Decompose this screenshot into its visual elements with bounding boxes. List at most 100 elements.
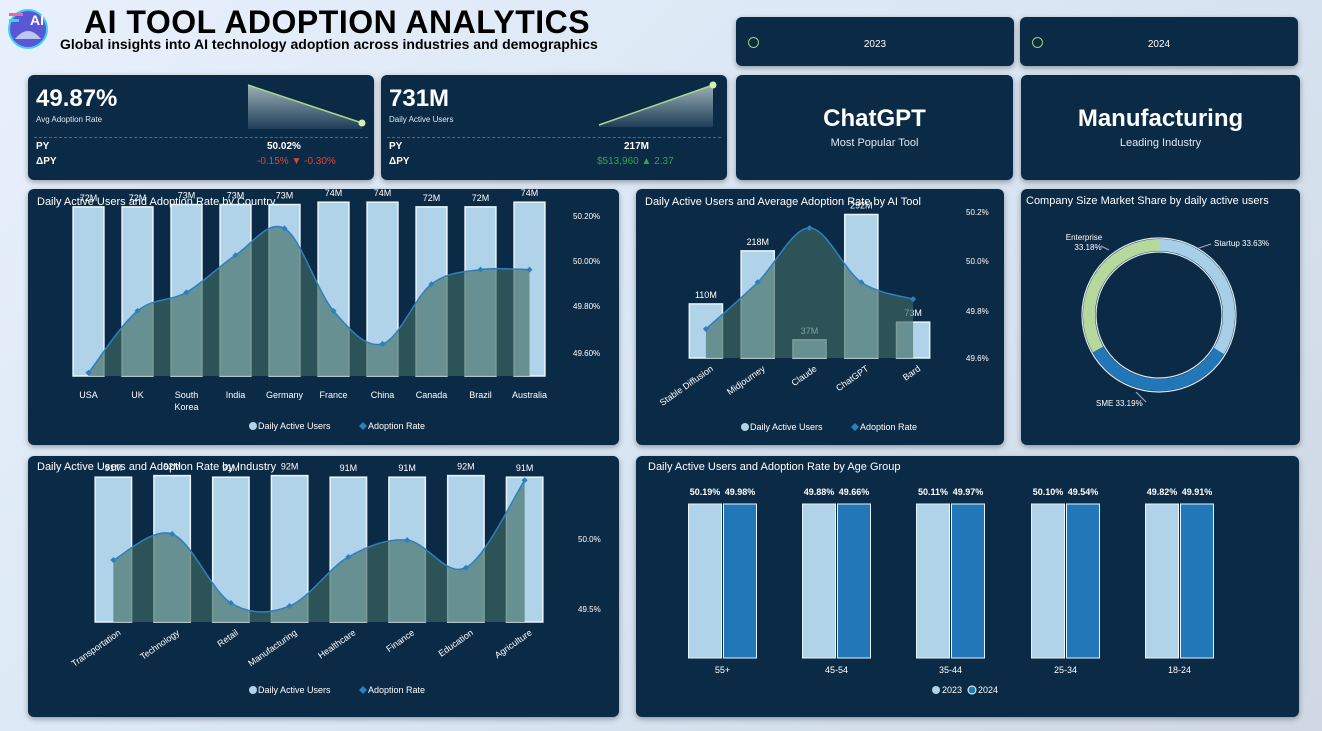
donut-slice bbox=[1083, 239, 1160, 353]
data-label: 292M bbox=[850, 200, 873, 210]
top-industry-value: Manufacturing bbox=[1077, 105, 1244, 132]
data-label: 49.54% bbox=[1068, 487, 1099, 497]
industry-chart-card: Daily Active Users and Adoption Rate by … bbox=[28, 456, 619, 717]
axis-label: Claude bbox=[790, 363, 819, 388]
axis-label: France bbox=[319, 390, 347, 400]
data-label: 50.11% bbox=[918, 487, 948, 497]
country-chart-card: Daily Active Users and Adoption Rate by … bbox=[28, 189, 619, 445]
data-label: 50.19% bbox=[690, 487, 721, 497]
kpi-value: 49.87% bbox=[36, 85, 118, 112]
legend-marker-icon bbox=[851, 423, 859, 431]
donut-outline bbox=[1095, 251, 1223, 379]
bar bbox=[723, 503, 757, 659]
data-label: 74M bbox=[325, 189, 343, 198]
leader-line bbox=[1100, 245, 1110, 251]
axis-label: Stable Diffusion bbox=[658, 363, 715, 407]
legend-label: Adoption Rate bbox=[368, 421, 425, 431]
py-label: PY bbox=[389, 141, 403, 152]
data-label: 72M bbox=[80, 193, 98, 203]
axis-label: Bard bbox=[901, 363, 922, 382]
axis-label: Retail bbox=[215, 627, 240, 648]
data-label: 50.10% bbox=[1033, 487, 1064, 497]
data-label: 91M bbox=[105, 463, 123, 473]
axis-label: China bbox=[371, 390, 395, 400]
data-label: 92M bbox=[457, 462, 475, 472]
dpy-label: ΔPY bbox=[36, 156, 57, 167]
data-label: 72M bbox=[129, 193, 147, 203]
data-label: 92M bbox=[163, 462, 181, 472]
data-label: 110M bbox=[695, 290, 717, 300]
legend-marker-icon bbox=[249, 422, 257, 430]
data-label: 49.66% bbox=[839, 487, 870, 497]
data-label: 49.98% bbox=[725, 487, 756, 497]
axis-tick: 50.0% bbox=[578, 535, 601, 544]
axis-label: Education bbox=[436, 627, 475, 658]
py-label: PY bbox=[36, 141, 50, 152]
top-tool-value: ChatGPT bbox=[823, 105, 926, 132]
page-subtitle: Global insights into AI technology adopt… bbox=[60, 36, 598, 52]
kpi-card-users: 731M Daily Active Users PY 217M ΔPY $513… bbox=[381, 75, 727, 180]
axis-tick: 49.5% bbox=[578, 605, 601, 614]
axis-label: Germany bbox=[266, 390, 304, 400]
bar bbox=[72, 206, 105, 377]
axis-label: UK bbox=[131, 390, 144, 400]
data-label: 73M bbox=[276, 191, 294, 201]
data-label: 74M bbox=[374, 189, 392, 198]
top-industry-label: Leading Industry bbox=[1119, 137, 1202, 149]
legend-marker-icon bbox=[249, 686, 257, 694]
data-label: 49.97% bbox=[953, 487, 984, 497]
axis-label: USA bbox=[79, 390, 98, 400]
axis-label: Transportation bbox=[70, 627, 123, 668]
axis-label: India bbox=[226, 390, 246, 400]
data-label: 91M bbox=[516, 463, 534, 473]
axis-label: Australia bbox=[512, 390, 547, 400]
bar bbox=[1031, 503, 1065, 659]
data-label: 72M bbox=[423, 193, 441, 203]
bar bbox=[802, 503, 836, 659]
top-tool-label: Most Popular Tool bbox=[830, 137, 919, 149]
slicer-label: 2023 bbox=[863, 39, 887, 50]
axis-tick: 50.00% bbox=[573, 257, 600, 266]
data-label: 91M bbox=[222, 463, 240, 473]
slice-label: 33.18% bbox=[1074, 243, 1101, 252]
ai-logo-icon: AI bbox=[8, 9, 48, 49]
year-slicer-2024[interactable]: 2024 bbox=[1020, 17, 1298, 66]
tool-chart: 110MStable Diffusion218MMidjourney37MCla… bbox=[658, 200, 989, 432]
kpi-label: Avg Adoption Rate bbox=[36, 115, 103, 124]
legend-marker-icon bbox=[967, 685, 977, 695]
axis-label: Technology bbox=[138, 627, 181, 662]
axis-tick: 50.2% bbox=[966, 208, 989, 217]
tool-chart-card: Daily Active Users and Average Adoption … bbox=[636, 189, 1004, 445]
legend-label: Daily Active Users bbox=[258, 421, 331, 431]
slicer-label: 2024 bbox=[1147, 39, 1171, 50]
axis-tick: 49.60% bbox=[573, 349, 600, 358]
py-value: 217M bbox=[624, 141, 650, 152]
axis-label: 45-54 bbox=[825, 665, 848, 675]
data-label: 49.82% bbox=[1147, 487, 1178, 497]
dpy-value: -0.15% ▼ -0.30% bbox=[257, 156, 336, 167]
axis-label: ChatGPT bbox=[834, 363, 871, 393]
data-label: 91M bbox=[340, 463, 358, 473]
bar bbox=[916, 503, 950, 659]
legend-label: 2023 bbox=[942, 685, 962, 695]
industry-chart: 91M Transportation 92M Technology 91M Retail 9… bbox=[70, 462, 601, 695]
kpi-sparkline bbox=[247, 84, 366, 129]
data-label: 74M bbox=[521, 189, 539, 198]
axis-label: 55+ bbox=[715, 665, 730, 675]
kpi-card-adoption: 49.87% Avg Adoption Rate PY 50.02% ΔPY -… bbox=[28, 75, 374, 180]
svg-text:AI: AI bbox=[30, 12, 44, 28]
axis-label: Healthcare bbox=[316, 627, 357, 660]
data-label: 73M bbox=[178, 191, 196, 201]
legend-marker-icon bbox=[359, 686, 367, 694]
kpi-value: 731M bbox=[389, 85, 450, 112]
adoption-area bbox=[705, 227, 914, 358]
axis-label: 18-24 bbox=[1168, 665, 1191, 675]
axis-label: Brazil bbox=[469, 390, 492, 400]
legend-marker-icon bbox=[359, 422, 367, 430]
axis-tick: 49.8% bbox=[966, 307, 989, 316]
year-slicer-2023[interactable]: 2023 bbox=[736, 17, 1014, 66]
axis-label: 25-34 bbox=[1054, 665, 1077, 675]
legend-label: Adoption Rate bbox=[368, 685, 425, 695]
bar bbox=[1145, 503, 1179, 659]
bar bbox=[1180, 503, 1214, 659]
